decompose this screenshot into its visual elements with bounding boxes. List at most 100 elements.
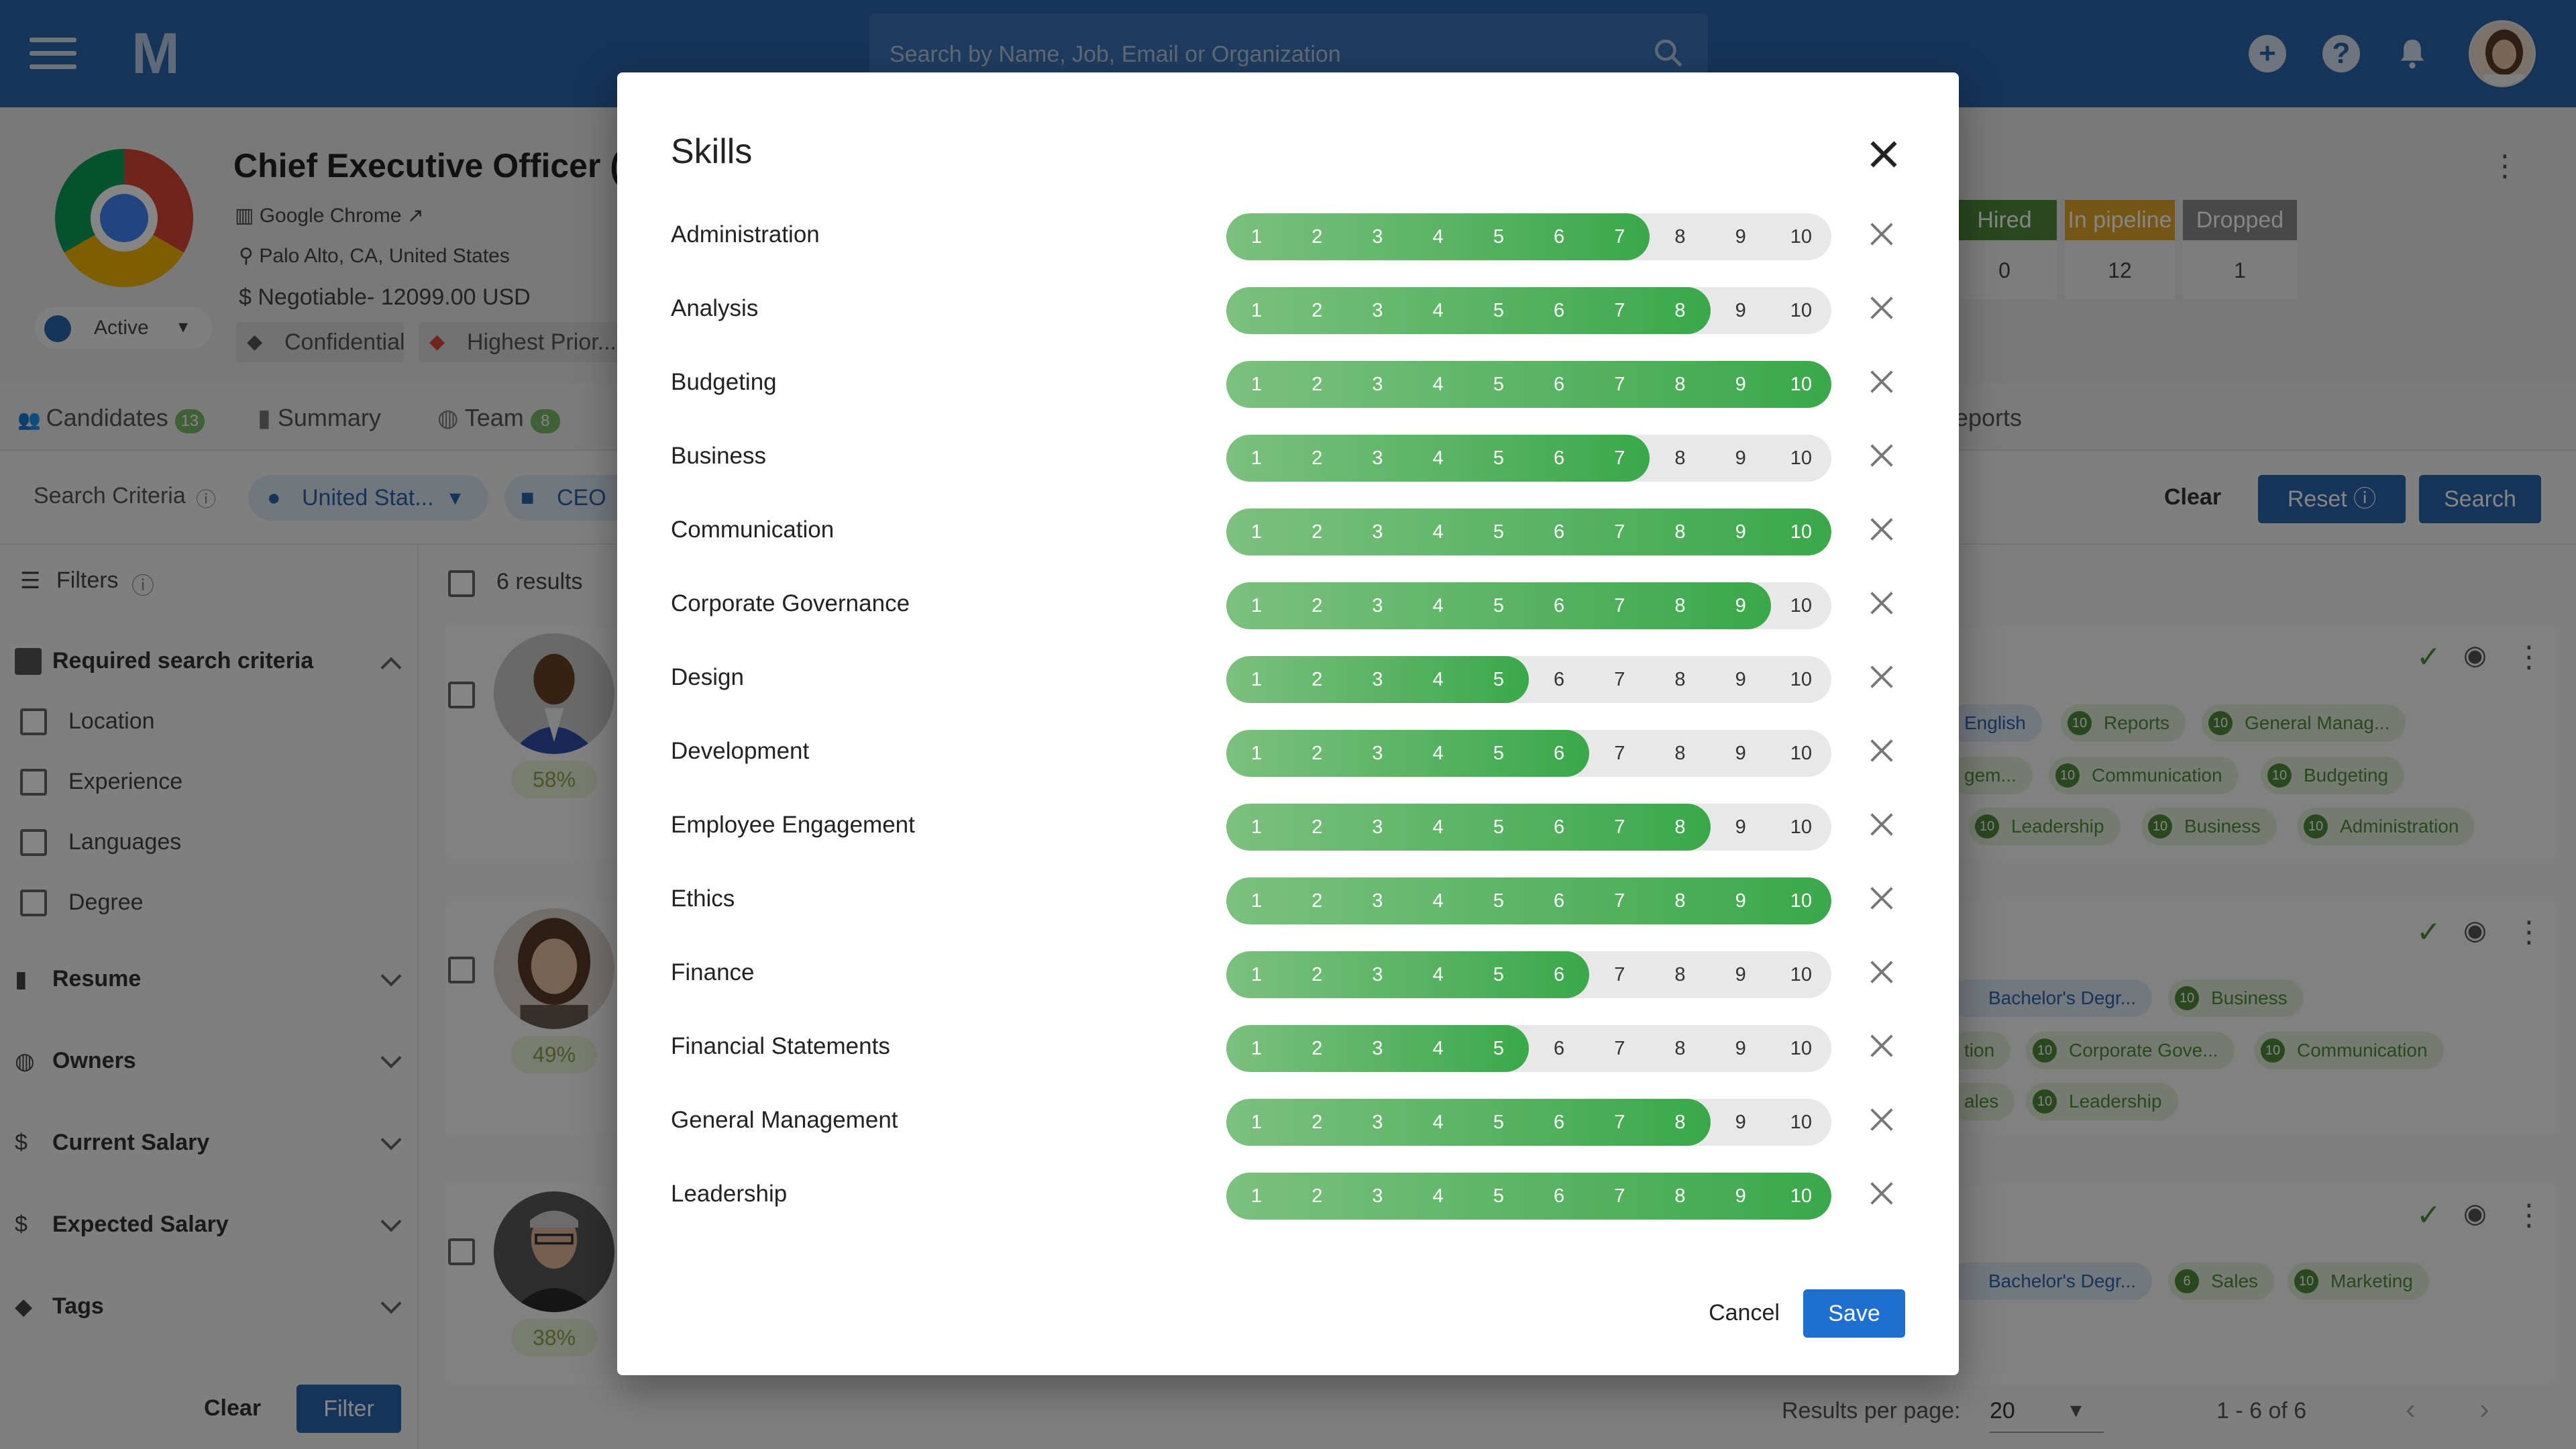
rating-option-5[interactable]: 5 xyxy=(1468,951,1529,998)
rating-option-6[interactable]: 6 xyxy=(1529,361,1589,408)
skill-rating-scale[interactable]: 1 2 3 4 5 6 7 8 9 10 xyxy=(1226,877,1831,924)
rating-option-1[interactable]: 1 xyxy=(1226,287,1287,334)
skill-rating-scale[interactable]: 1 2 3 4 5 6 7 8 9 10 xyxy=(1226,951,1831,998)
rating-option-7[interactable]: 7 xyxy=(1589,877,1650,924)
rating-option-1[interactable]: 1 xyxy=(1226,730,1287,777)
rating-option-5[interactable]: 5 xyxy=(1468,213,1529,260)
rating-option-10[interactable]: 10 xyxy=(1771,582,1831,629)
rating-option-10[interactable]: 10 xyxy=(1771,1099,1831,1146)
remove-skill-icon[interactable] xyxy=(1866,957,1897,987)
rating-option-4[interactable]: 4 xyxy=(1408,361,1468,408)
rating-option-7[interactable]: 7 xyxy=(1589,804,1650,851)
rating-option-8[interactable]: 8 xyxy=(1650,435,1710,482)
rating-option-3[interactable]: 3 xyxy=(1347,1173,1407,1220)
rating-option-8[interactable]: 8 xyxy=(1650,361,1710,408)
rating-option-7[interactable]: 7 xyxy=(1589,656,1650,703)
skill-rating-scale[interactable]: 1 2 3 4 5 6 7 8 9 10 xyxy=(1226,1025,1831,1072)
rating-option-6[interactable]: 6 xyxy=(1529,582,1589,629)
rating-option-9[interactable]: 9 xyxy=(1711,582,1771,629)
rating-option-5[interactable]: 5 xyxy=(1468,877,1529,924)
rating-option-2[interactable]: 2 xyxy=(1287,435,1347,482)
rating-option-3[interactable]: 3 xyxy=(1347,951,1407,998)
rating-option-1[interactable]: 1 xyxy=(1226,361,1287,408)
save-button[interactable]: Save xyxy=(1803,1289,1905,1338)
rating-option-5[interactable]: 5 xyxy=(1468,804,1529,851)
rating-option-9[interactable]: 9 xyxy=(1711,877,1771,924)
rating-option-9[interactable]: 9 xyxy=(1711,508,1771,555)
remove-skill-icon[interactable] xyxy=(1866,1030,1897,1061)
rating-option-2[interactable]: 2 xyxy=(1287,582,1347,629)
rating-option-9[interactable]: 9 xyxy=(1711,287,1771,334)
rating-option-9[interactable]: 9 xyxy=(1711,1099,1771,1146)
rating-option-3[interactable]: 3 xyxy=(1347,435,1407,482)
rating-option-9[interactable]: 9 xyxy=(1711,656,1771,703)
rating-option-10[interactable]: 10 xyxy=(1771,361,1831,408)
rating-option-6[interactable]: 6 xyxy=(1529,508,1589,555)
rating-option-1[interactable]: 1 xyxy=(1226,213,1287,260)
rating-option-2[interactable]: 2 xyxy=(1287,877,1347,924)
rating-option-8[interactable]: 8 xyxy=(1650,508,1710,555)
skill-rating-scale[interactable]: 1 2 3 4 5 6 7 8 9 10 xyxy=(1226,730,1831,777)
rating-option-4[interactable]: 4 xyxy=(1408,213,1468,260)
remove-skill-icon[interactable] xyxy=(1866,735,1897,766)
rating-option-3[interactable]: 3 xyxy=(1347,656,1407,703)
rating-option-10[interactable]: 10 xyxy=(1771,287,1831,334)
rating-option-5[interactable]: 5 xyxy=(1468,435,1529,482)
remove-skill-icon[interactable] xyxy=(1866,809,1897,840)
rating-option-4[interactable]: 4 xyxy=(1408,951,1468,998)
rating-option-10[interactable]: 10 xyxy=(1771,656,1831,703)
remove-skill-icon[interactable] xyxy=(1866,883,1897,914)
rating-option-5[interactable]: 5 xyxy=(1468,1099,1529,1146)
rating-option-7[interactable]: 7 xyxy=(1589,951,1650,998)
rating-option-3[interactable]: 3 xyxy=(1347,1025,1407,1072)
rating-option-8[interactable]: 8 xyxy=(1650,877,1710,924)
skill-rating-scale[interactable]: 1 2 3 4 5 6 7 8 9 10 xyxy=(1226,361,1831,408)
rating-option-7[interactable]: 7 xyxy=(1589,361,1650,408)
rating-option-8[interactable]: 8 xyxy=(1650,804,1710,851)
rating-option-7[interactable]: 7 xyxy=(1589,1173,1650,1220)
rating-option-5[interactable]: 5 xyxy=(1468,730,1529,777)
rating-option-4[interactable]: 4 xyxy=(1408,582,1468,629)
rating-option-2[interactable]: 2 xyxy=(1287,804,1347,851)
rating-option-2[interactable]: 2 xyxy=(1287,213,1347,260)
rating-option-4[interactable]: 4 xyxy=(1408,1099,1468,1146)
skill-rating-scale[interactable]: 1 2 3 4 5 6 7 8 9 10 xyxy=(1226,804,1831,851)
rating-option-5[interactable]: 5 xyxy=(1468,287,1529,334)
rating-option-9[interactable]: 9 xyxy=(1711,435,1771,482)
skill-rating-scale[interactable]: 1 2 3 4 5 6 7 8 9 10 xyxy=(1226,435,1831,482)
rating-option-4[interactable]: 4 xyxy=(1408,1173,1468,1220)
rating-option-6[interactable]: 6 xyxy=(1529,877,1589,924)
rating-option-10[interactable]: 10 xyxy=(1771,1173,1831,1220)
rating-option-2[interactable]: 2 xyxy=(1287,656,1347,703)
skill-rating-scale[interactable]: 1 2 3 4 5 6 7 8 9 10 xyxy=(1226,287,1831,334)
rating-option-4[interactable]: 4 xyxy=(1408,730,1468,777)
rating-option-10[interactable]: 10 xyxy=(1771,1025,1831,1072)
rating-option-4[interactable]: 4 xyxy=(1408,656,1468,703)
rating-option-9[interactable]: 9 xyxy=(1711,361,1771,408)
rating-option-2[interactable]: 2 xyxy=(1287,287,1347,334)
rating-option-2[interactable]: 2 xyxy=(1287,1025,1347,1072)
rating-option-3[interactable]: 3 xyxy=(1347,287,1407,334)
rating-option-3[interactable]: 3 xyxy=(1347,1099,1407,1146)
remove-skill-icon[interactable] xyxy=(1866,514,1897,545)
rating-option-6[interactable]: 6 xyxy=(1529,1173,1589,1220)
rating-option-1[interactable]: 1 xyxy=(1226,1025,1287,1072)
rating-option-9[interactable]: 9 xyxy=(1711,730,1771,777)
rating-option-4[interactable]: 4 xyxy=(1408,804,1468,851)
rating-option-7[interactable]: 7 xyxy=(1589,508,1650,555)
rating-option-5[interactable]: 5 xyxy=(1468,656,1529,703)
rating-option-6[interactable]: 6 xyxy=(1529,287,1589,334)
cancel-button[interactable]: Cancel xyxy=(1695,1289,1794,1336)
rating-option-6[interactable]: 6 xyxy=(1529,1025,1589,1072)
remove-skill-icon[interactable] xyxy=(1866,588,1897,619)
rating-option-6[interactable]: 6 xyxy=(1529,730,1589,777)
remove-skill-icon[interactable] xyxy=(1866,366,1897,397)
rating-option-1[interactable]: 1 xyxy=(1226,877,1287,924)
rating-option-7[interactable]: 7 xyxy=(1589,287,1650,334)
rating-option-3[interactable]: 3 xyxy=(1347,730,1407,777)
remove-skill-icon[interactable] xyxy=(1866,219,1897,250)
remove-skill-icon[interactable] xyxy=(1866,1104,1897,1135)
skill-rating-scale[interactable]: 1 2 3 4 5 6 7 8 9 10 xyxy=(1226,213,1831,260)
rating-option-3[interactable]: 3 xyxy=(1347,582,1407,629)
rating-option-1[interactable]: 1 xyxy=(1226,508,1287,555)
